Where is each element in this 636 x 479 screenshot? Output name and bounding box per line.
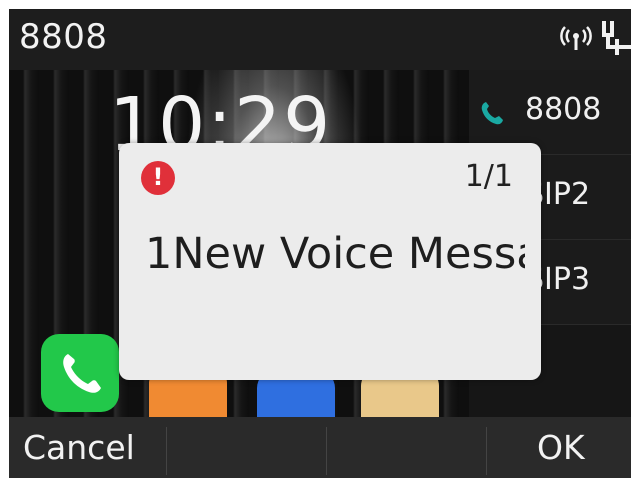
line-key-label: 8808	[525, 92, 602, 127]
softkey-bar: Cancel OK	[9, 417, 631, 478]
ok-softkey-label: OK	[537, 428, 585, 467]
popup-page-indicator: 1/1	[464, 159, 513, 194]
softkey-3[interactable]	[327, 417, 482, 478]
popup-message: 1New Voice Message	[145, 229, 525, 279]
cancel-softkey[interactable]: Cancel	[9, 417, 164, 478]
network-icon	[602, 21, 631, 55]
phone-app-icon[interactable]	[41, 334, 119, 412]
cancel-softkey-label: Cancel	[23, 428, 135, 467]
status-account-label: 8808	[19, 17, 108, 57]
phone-screen: 8808 10:29 8808 SIP2 SIP3 Cancel OK ! 1/…	[9, 9, 631, 478]
wireless-signal-icon	[560, 26, 592, 50]
ok-softkey[interactable]: OK	[487, 417, 631, 478]
status-icons	[559, 19, 631, 59]
phone-handset-icon	[481, 102, 503, 125]
warning-icon: !	[141, 161, 175, 195]
softkey-2[interactable]	[167, 417, 322, 478]
phone-handset-icon	[63, 354, 101, 393]
voice-message-popup[interactable]: ! 1/1 1New Voice Message	[119, 143, 541, 380]
status-bar: 8808	[9, 9, 631, 70]
